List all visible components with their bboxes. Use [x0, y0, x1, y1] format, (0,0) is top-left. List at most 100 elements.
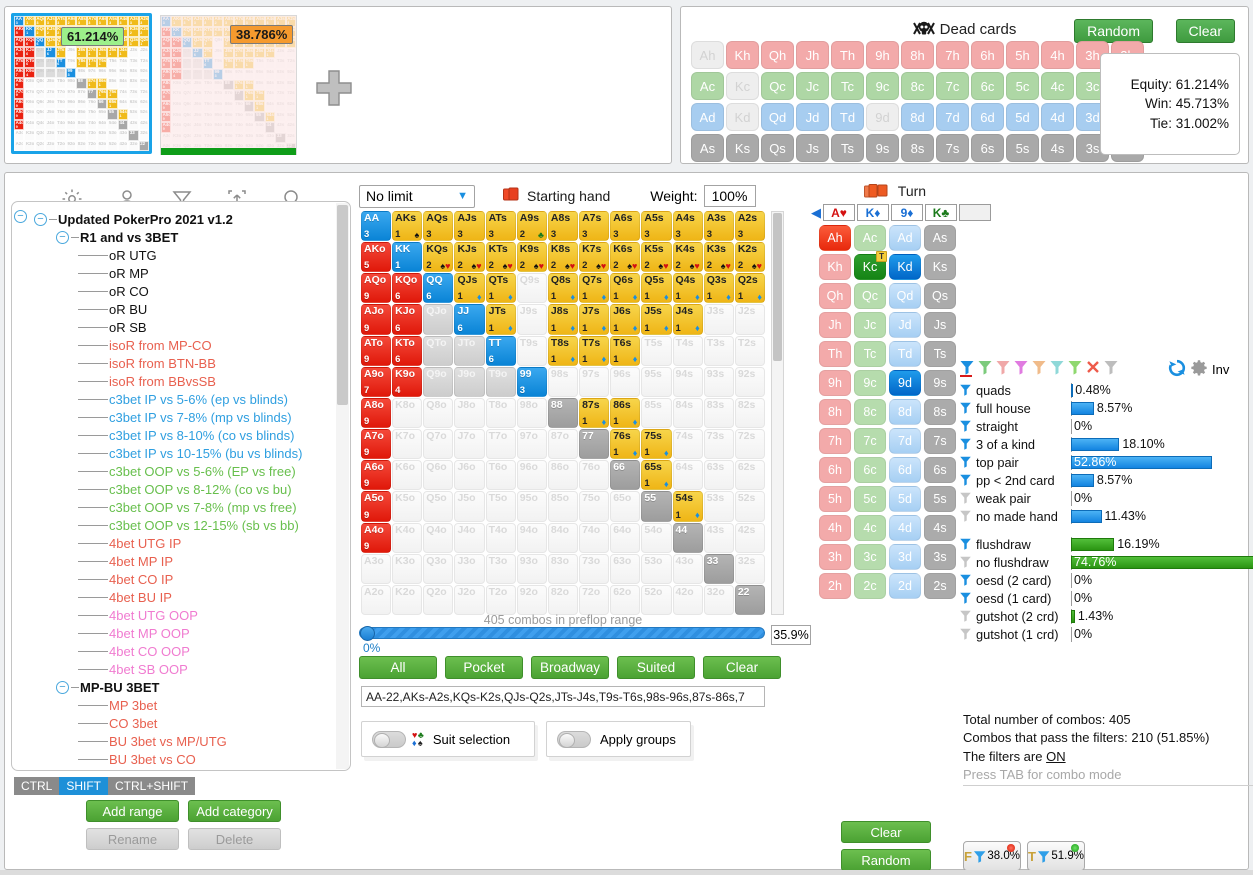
dead-card-7d[interactable]: 7d — [936, 103, 969, 131]
filter-chip-f[interactable]: F 38.0% — [963, 841, 1021, 871]
matrix-cell-K7s[interactable]: K7s 2 ♠♥ — [579, 242, 610, 273]
filter-toggle[interactable]: quads — [959, 383, 1071, 398]
filter-row-quads[interactable]: quads 0.48% — [959, 381, 1253, 399]
matrix-cell-T9s[interactable]: T9s — [516, 335, 547, 366]
board-card-Ts[interactable]: Ts — [924, 341, 956, 367]
board-card-Tc[interactable]: Tc — [854, 341, 886, 367]
filter-lime-icon[interactable] — [1067, 359, 1083, 377]
board-card-Ac[interactable]: Ac — [854, 225, 886, 251]
board-card-5h[interactable]: 5h — [819, 486, 851, 512]
matrix-cell-22[interactable]: 22 — [734, 584, 765, 615]
matrix-cell-82o[interactable]: 82o — [547, 584, 579, 615]
filter-row-no-flushdraw[interactable]: no flushdraw 74.76% — [959, 553, 1253, 571]
matrix-cell-AJs[interactable]: AJs 3 — [454, 211, 485, 242]
prev-arrow-icon[interactable]: ◀ — [811, 205, 821, 221]
matrix-cell-Q4o[interactable]: Q4o — [423, 522, 454, 553]
matrix-cell-Q6o[interactable]: Q6o — [423, 460, 454, 491]
matrix-cell-62s[interactable]: 62s — [734, 460, 765, 491]
board-card-8d[interactable]: 8d — [889, 399, 921, 425]
dead-card-9d[interactable]: 9d — [866, 103, 899, 131]
board-card-9h[interactable]: 9h — [819, 370, 851, 396]
dead-card-5s[interactable]: 5s — [1006, 134, 1039, 162]
tree-node-4[interactable]: oR CO — [12, 282, 350, 300]
matrix-cell-66[interactable]: 66 — [610, 460, 641, 491]
tree-node-31[interactable]: BU 3bet vs UTG/MP — [12, 768, 350, 771]
dead-card-Qs[interactable]: Qs — [761, 134, 794, 162]
matrix-cell-J2o[interactable]: J2o — [454, 584, 485, 615]
matrix-cell-KQo[interactable]: KQo 6 — [392, 273, 423, 304]
filter-gray-icon[interactable] — [1103, 359, 1119, 377]
dead-card-Kc[interactable]: Kc — [726, 72, 759, 100]
board-card-7s[interactable]: 7s — [924, 428, 956, 454]
dead-card-8c[interactable]: 8c — [901, 72, 934, 100]
matrix-cell-T2o[interactable]: T2o — [485, 584, 516, 615]
dead-card-9h[interactable]: 9h — [866, 41, 899, 69]
dead-card-Jd[interactable]: Jd — [796, 103, 829, 131]
matrix-cell-AQo[interactable]: AQo 9 — [361, 273, 392, 304]
range-slider[interactable] — [359, 626, 765, 641]
board-card-Td[interactable]: Td — [889, 341, 921, 367]
matrix-cell-A5o[interactable]: A5o 9 — [361, 491, 392, 522]
tree-collapse-icon[interactable]: − — [34, 212, 47, 226]
dead-card-6c[interactable]: 6c — [971, 72, 1004, 100]
matrix-cell-Q3o[interactable]: Q3o — [423, 553, 454, 584]
board-card-5s[interactable]: 5s — [924, 486, 956, 512]
tree-node-16[interactable]: c3bet OOP vs 7-8% (mp vs free) — [12, 498, 350, 516]
matrix-cell-K2o[interactable]: K2o — [392, 584, 423, 615]
matrix-cell-K8s[interactable]: K8s 2 ♠♥ — [547, 242, 579, 273]
matrix-cell-Q7s[interactable]: Q7s 1 ♦ — [579, 273, 610, 304]
tree-node-30[interactable]: BU 3bet vs CO — [12, 750, 350, 768]
tree-node-12[interactable]: c3bet IP vs 8-10% (co vs blinds) — [12, 426, 350, 444]
matrix-cell-J9s[interactable]: J9s — [516, 304, 547, 335]
matrix-cell-Q9o[interactable]: Q9o — [423, 366, 454, 397]
board-card-Kd[interactable]: Kd — [889, 254, 921, 280]
matrix-cell-87s[interactable]: 87s 1 ♦ — [579, 397, 610, 429]
filter-row-oesd-2-card-[interactable]: oesd (2 card) 0% — [959, 571, 1253, 589]
dead-card-8h[interactable]: 8h — [901, 41, 934, 69]
refresh-icon[interactable] — [1168, 359, 1186, 380]
matrix-cell-84o[interactable]: 84o — [547, 522, 579, 553]
filter-toggle[interactable]: weak pair — [959, 491, 1071, 506]
tree-collapse-icon[interactable]: − — [56, 230, 69, 244]
matrix-cell-94o[interactable]: 94o — [516, 522, 547, 553]
matrix-cell-Q5s[interactable]: Q5s 1 ♦ — [641, 273, 672, 304]
board-card-2d[interactable]: 2d — [889, 573, 921, 599]
matrix-cell-AKo[interactable]: AKo 5 — [361, 242, 392, 273]
group-button-suited[interactable]: Suited — [617, 656, 695, 679]
filter-toggle[interactable]: gutshot (2 crd) — [959, 609, 1071, 624]
matrix-cell-AKs[interactable]: AKs 1 ♠ — [392, 211, 423, 242]
filter-chip-t[interactable]: T 51.9% — [1027, 841, 1085, 871]
board-card-Kc[interactable]: Kc T — [854, 251, 887, 280]
board-random-button[interactable]: Random — [841, 849, 931, 871]
filter-row-top-pair[interactable]: top pair 52.86% — [959, 453, 1253, 471]
matrix-cell-KJs[interactable]: KJs 2 ♠♥ — [454, 242, 485, 273]
tree-node-23[interactable]: 4bet MP OOP — [12, 624, 350, 642]
dead-card-Kd[interactable]: Kd — [726, 103, 759, 131]
matrix-scrollbar[interactable] — [771, 211, 784, 615]
matrix-cell-QJs[interactable]: QJs 1 ♦ — [454, 273, 485, 304]
add-range-plus-icon[interactable] — [315, 69, 353, 107]
board-card-6s[interactable]: 6s — [924, 457, 956, 483]
matrix-cell-K6o[interactable]: K6o — [392, 460, 423, 491]
matrix-cell-J4s[interactable]: J4s 1 ♦ — [672, 304, 703, 335]
tree-node-3[interactable]: oR MP — [12, 264, 350, 282]
matrix-scroll-thumb[interactable] — [773, 213, 782, 361]
matrix-cell-Q9s[interactable]: Q9s — [516, 273, 547, 304]
matrix-cell-K7o[interactable]: K7o — [392, 429, 423, 460]
matrix-cell-85o[interactable]: 85o — [547, 491, 579, 522]
dead-card-8d[interactable]: 8d — [901, 103, 934, 131]
matrix-cell-ATo[interactable]: ATo 9 — [361, 335, 392, 366]
matrix-cell-92s[interactable]: 92s — [734, 366, 765, 397]
matrix-cell-76s[interactable]: 76s 1 ♦ — [610, 429, 641, 460]
dead-card-7c[interactable]: 7c — [936, 72, 969, 100]
matrix-cell-T8s[interactable]: T8s 1 ♦ — [547, 335, 579, 366]
matrix-cell-75s[interactable]: 75s 1 ♦ — [641, 429, 672, 460]
matrix-cell-KJo[interactable]: KJo 6 — [392, 304, 423, 335]
dead-card-Ts[interactable]: Ts — [831, 134, 864, 162]
matrix-cell-98o[interactable]: 98o — [516, 397, 547, 429]
matrix-cell-KQs[interactable]: KQs 2 ♠♥ — [423, 242, 454, 273]
matrix-cell-T7s[interactable]: T7s 1 ♦ — [579, 335, 610, 366]
matrix-cell-Q3s[interactable]: Q3s 1 ♦ — [703, 273, 734, 304]
matrix-cell-73o[interactable]: 73o — [579, 553, 610, 584]
dead-card-As[interactable]: As — [691, 134, 724, 162]
